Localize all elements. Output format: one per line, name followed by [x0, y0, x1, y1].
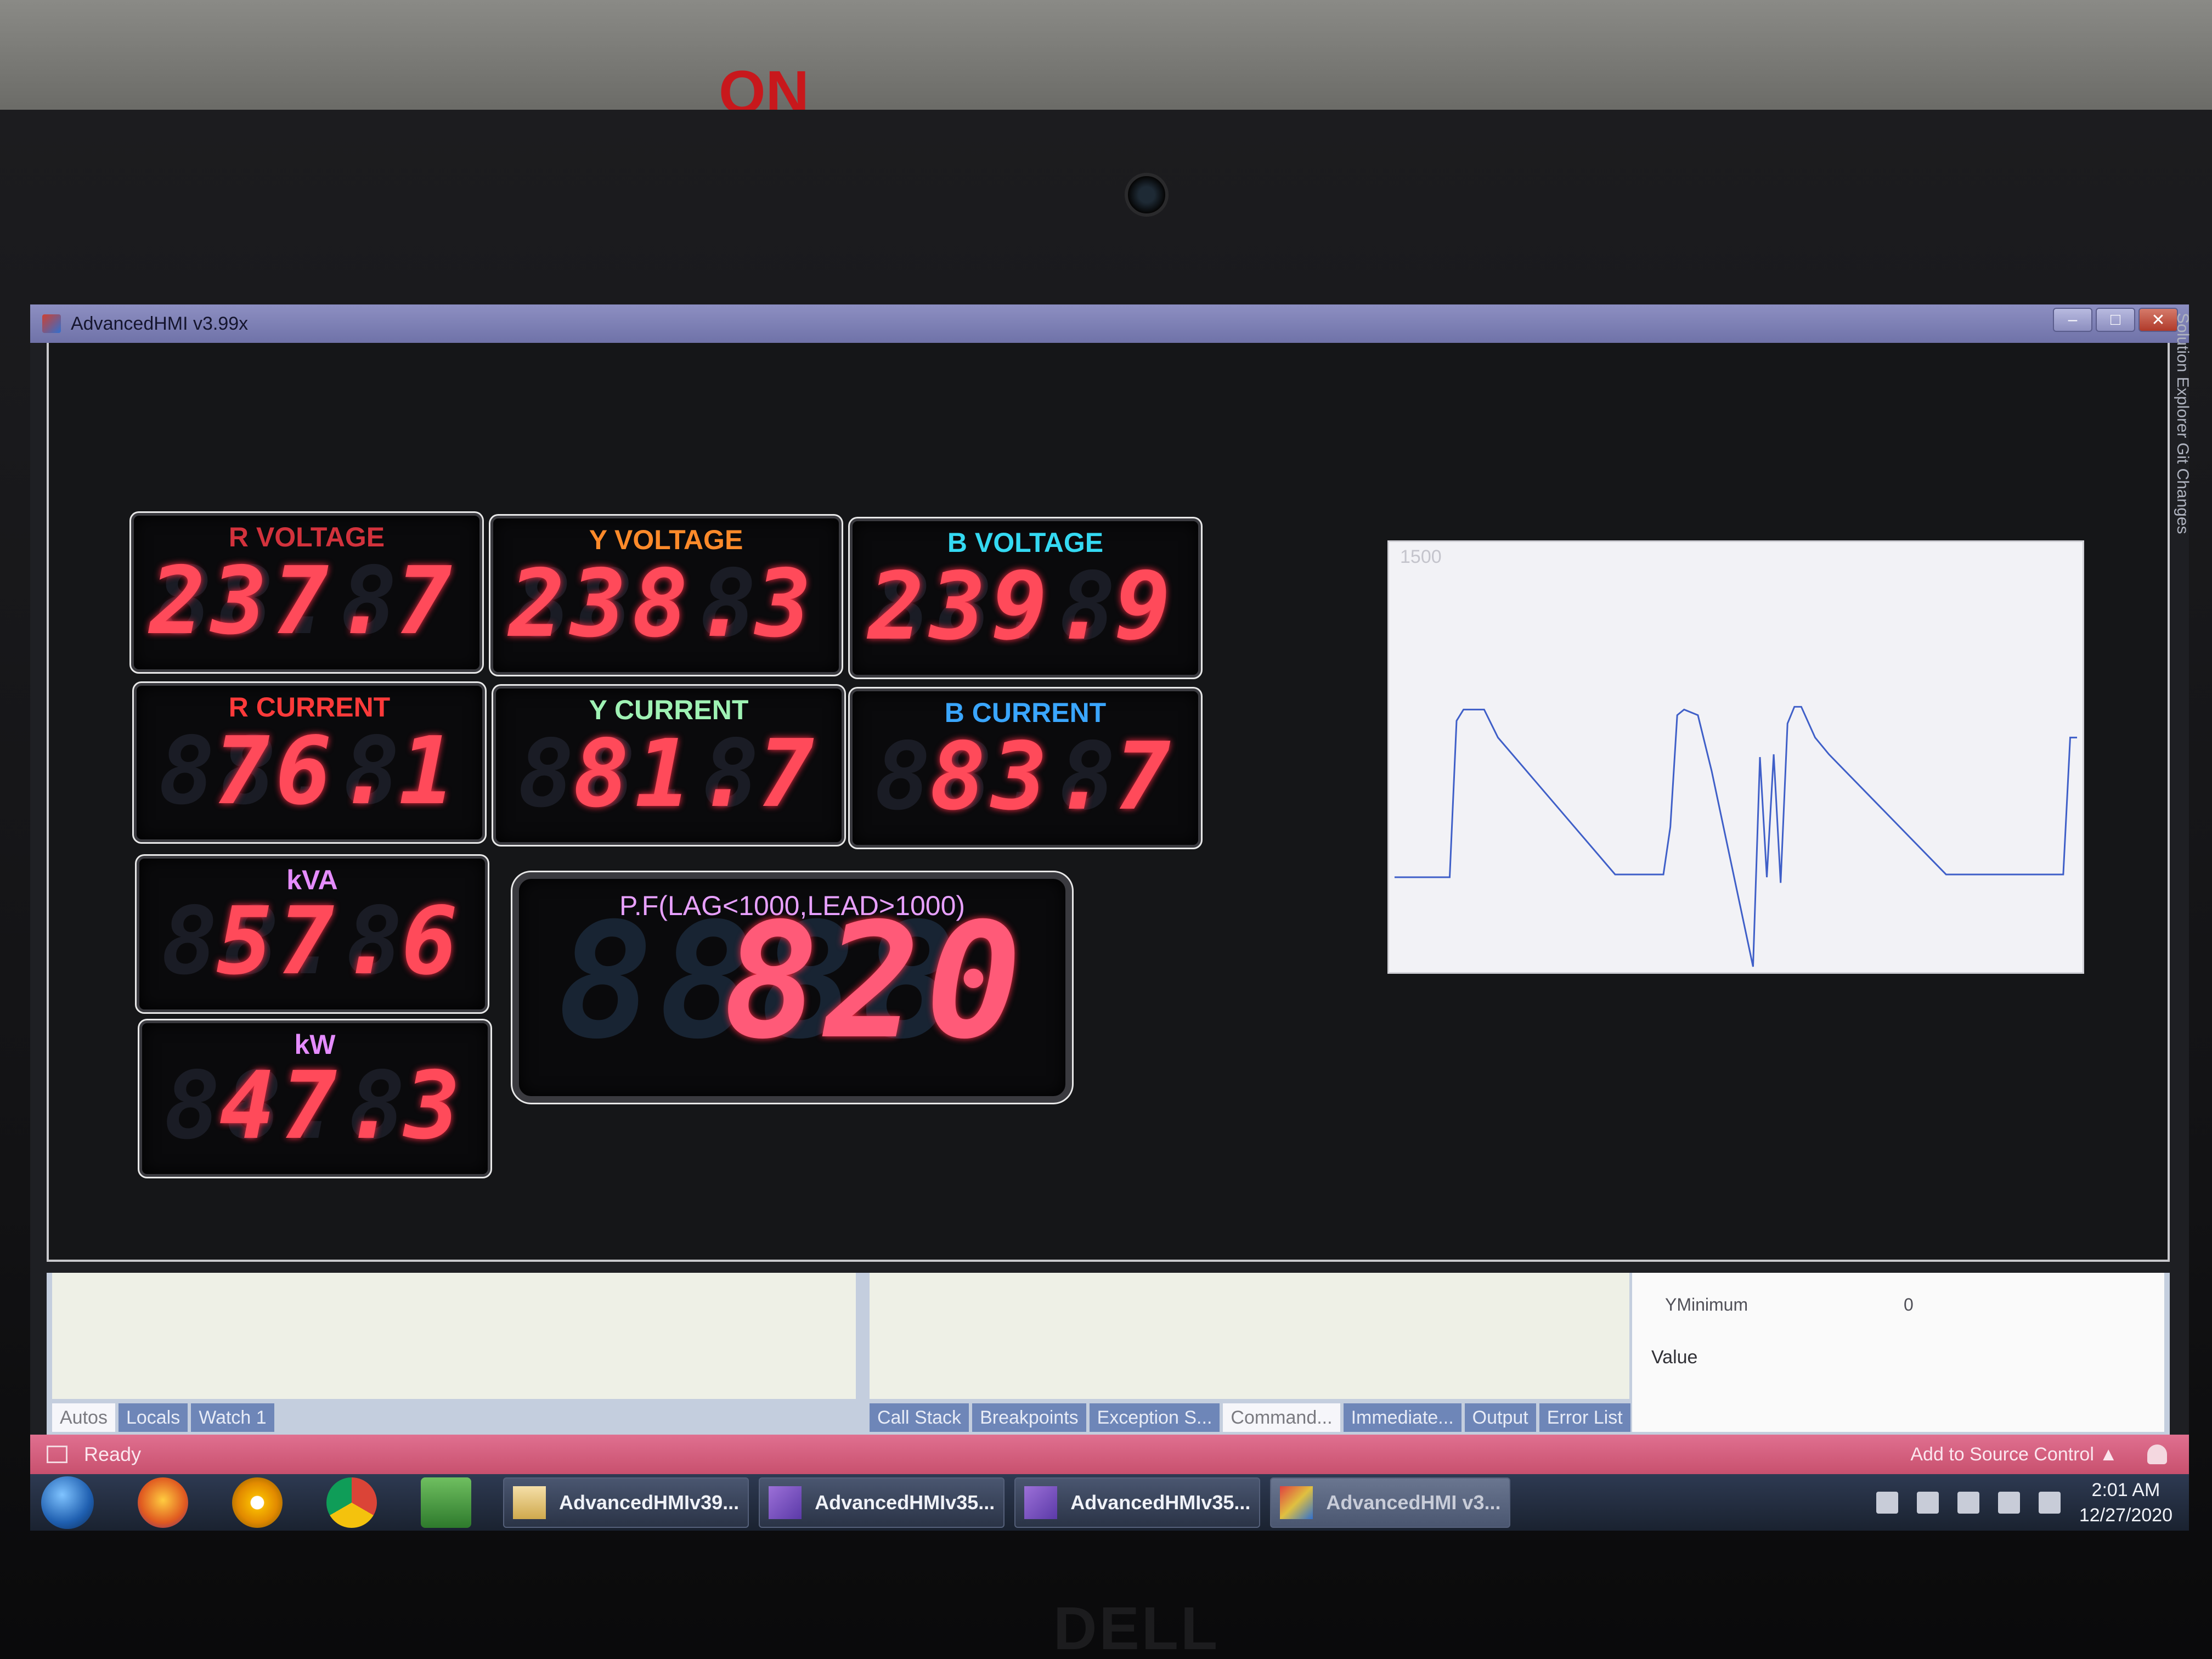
panel-tab[interactable]: Locals — [118, 1403, 188, 1432]
panel-tab[interactable]: Immediate... — [1343, 1403, 1462, 1432]
meter-value: 47.3 — [219, 1052, 466, 1160]
taskbar-task[interactable]: AdvancedHMIv39... — [503, 1477, 749, 1528]
power-factor-meter: P.F(LAG<1000,LEAD>1000) 8888 820 — [512, 872, 1072, 1103]
taskbar-task[interactable]: AdvancedHMIv35... — [1014, 1477, 1261, 1528]
folder-icon — [513, 1486, 546, 1519]
taskbar-task-label: AdvancedHMIv39... — [559, 1491, 740, 1514]
panel-tab[interactable]: Exception S... — [1089, 1403, 1220, 1432]
tray-overflow-icon[interactable] — [1876, 1491, 1898, 1514]
meter-value: 76.1 — [213, 717, 460, 826]
window-title: AdvancedHMI v3.99x — [71, 313, 249, 334]
property-ymin-name[interactable]: YMinimum — [1665, 1295, 1748, 1315]
status-bar: Ready Add to Source Control ▲ — [30, 1435, 2189, 1474]
meter-value: 238.3 — [509, 550, 817, 658]
r-voltage-meter: R VOLTAGE 88.8 237.7 — [131, 513, 482, 672]
action-center-flag-icon[interactable] — [1916, 1491, 1939, 1514]
autos-panel[interactable] — [52, 1273, 856, 1399]
kva-meter: kVA 88.8 57.6 — [137, 856, 488, 1012]
panel-tab[interactable]: Call Stack — [870, 1403, 969, 1432]
clock-time: 2:01 AM — [2091, 1479, 2160, 1500]
command-window-panel[interactable] — [870, 1273, 1629, 1399]
output-window-icon — [47, 1446, 67, 1463]
panel-tab[interactable]: Autos — [52, 1403, 115, 1432]
meter-value: 81.7 — [573, 720, 820, 828]
kw-meter: kW 88.8 47.3 — [139, 1020, 490, 1177]
y-current-meter: Y CURRENT 88.8 81.7 — [493, 686, 844, 845]
taskbar-task-label: AdvancedHMIv35... — [1070, 1491, 1251, 1514]
panel-tab[interactable]: Output — [1464, 1403, 1536, 1432]
add-to-source-control-button[interactable]: Add to Source Control ▲ — [1910, 1444, 2118, 1465]
panel-tab[interactable]: Watch 1 — [191, 1403, 274, 1432]
r-current-meter: R CURRENT 88.8 76.1 — [134, 683, 485, 842]
panel-tab[interactable]: Breakpoints — [972, 1403, 1086, 1432]
chrome-icon[interactable] — [326, 1477, 377, 1528]
taskbar-task-list: AdvancedHMIv39... AdvancedHMIv35... Advanc… — [493, 1477, 1511, 1528]
chart-y-max-label: 1500 — [1400, 546, 1442, 567]
firefox-icon[interactable] — [138, 1477, 188, 1528]
hmi-icon — [1280, 1486, 1313, 1519]
visual-studio-icon — [1024, 1486, 1058, 1519]
maximize-button[interactable]: □ — [2096, 308, 2135, 332]
chart-series-line — [1394, 706, 2078, 967]
window-titlebar[interactable]: AdvancedHMI v3.99x – □ ✕ — [30, 304, 2189, 343]
network-icon[interactable] — [1997, 1491, 2020, 1514]
meter-value: 820 — [723, 889, 1027, 1074]
taskbar-task-label: AdvancedHMI v3... — [1326, 1491, 1501, 1514]
side-panel-tabs[interactable]: Solution Explorer Git Changes — [2159, 313, 2192, 697]
laptop-brand-logo: DELL — [1053, 1595, 1220, 1659]
chrome-canary-icon[interactable] — [232, 1477, 283, 1528]
taskbar-task-label: AdvancedHMIv35... — [815, 1491, 995, 1514]
pinned-app-icon[interactable] — [421, 1477, 471, 1528]
notification-bell-icon[interactable] — [2147, 1444, 2167, 1464]
taskbar-task[interactable]: AdvancedHMI v3... — [1270, 1477, 1511, 1528]
panel-tab[interactable]: Command... — [1223, 1403, 1340, 1432]
b-current-meter: B CURRENT 88.8 83.7 — [850, 689, 1201, 848]
hmi-form: R VOLTAGE 88.8 237.7 Y VOLTAGE 88.8 238.… — [47, 343, 2170, 1262]
taskbar: AdvancedHMIv39... AdvancedHMIv35... Advanc… — [30, 1474, 2189, 1531]
system-tray: 2:01 AM 12/27/2020 — [1876, 1477, 2172, 1528]
debug-panels: Autos Locals Watch 1 Call Stack Breakpoints… — [47, 1273, 2170, 1435]
minimize-button[interactable]: – — [2053, 308, 2092, 332]
clock[interactable]: 2:01 AM 12/27/2020 — [2079, 1477, 2172, 1528]
y-voltage-meter: Y VOLTAGE 88.8 238.3 — [490, 516, 842, 675]
status-text: Ready — [84, 1443, 142, 1465]
b-voltage-meter: B VOLTAGE 88.8 239.9 — [850, 518, 1201, 678]
meter-value: 57.6 — [216, 887, 463, 996]
panel-tab[interactable]: Error List — [1539, 1403, 1630, 1432]
laptop-screen: AdvancedHMI v3.99x – □ ✕ R VOLTAGE 88.8 … — [30, 304, 2189, 1531]
taskbar-task[interactable]: AdvancedHMIv35... — [759, 1477, 1005, 1528]
left-panel-tabs: Autos Locals Watch 1 — [52, 1403, 274, 1432]
app-icon — [42, 314, 61, 333]
volume-icon[interactable] — [2038, 1491, 2061, 1514]
middle-panel-tabs: Call Stack Breakpoints Exception S... Comma… — [870, 1403, 1630, 1432]
meter-value: 83.7 — [929, 723, 1176, 831]
trend-chart: 1500 — [1387, 540, 2084, 974]
property-ymin-value[interactable]: 0 — [1904, 1295, 1914, 1315]
webcam — [1125, 173, 1169, 217]
meter-value: 237.7 — [149, 547, 458, 656]
meter-value: 239.9 — [868, 552, 1176, 661]
start-button[interactable] — [41, 1476, 94, 1529]
trend-chart-svg — [1394, 706, 2078, 967]
property-value-label: Value — [1651, 1347, 1698, 1368]
clock-date: 12/27/2020 — [2079, 1504, 2172, 1526]
visual-studio-icon — [769, 1486, 802, 1519]
battery-icon[interactable] — [1957, 1491, 1979, 1514]
properties-panel: YMinimum 0 Value — [1632, 1273, 2164, 1432]
